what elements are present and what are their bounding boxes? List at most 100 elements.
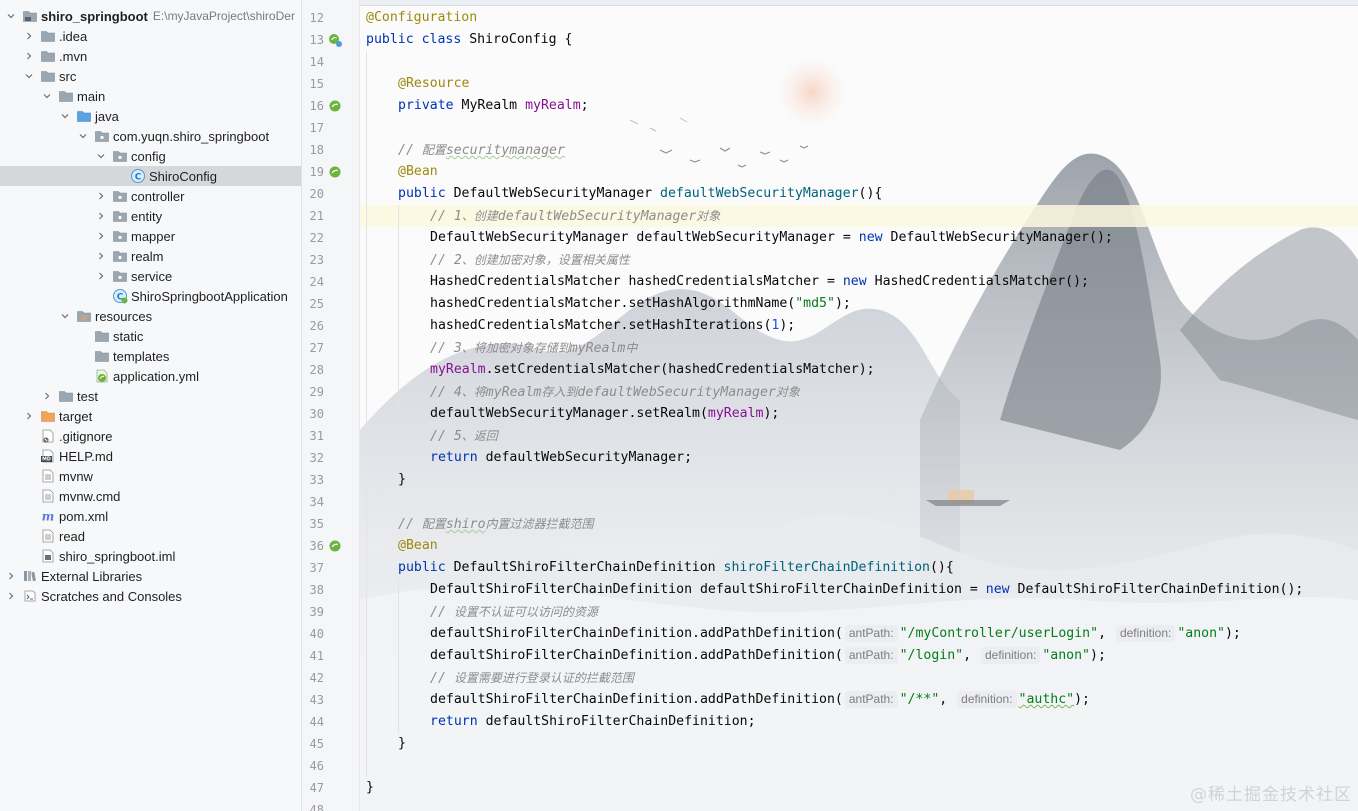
code-line[interactable]: hashedCredentialsMatcher.setHashAlgorith… [430,293,851,315]
code-line[interactable]: } [398,469,406,491]
project-path: E:\myJavaProject\shiroDer [152,9,295,23]
tree-item-shiro-springboot-iml[interactable]: shiro_springboot.iml [0,546,301,566]
code-line[interactable]: myRealm.setCredentialsMatcher(hashedCred… [430,359,875,381]
code-line[interactable]: // 设置不认证可以访问的资源 [430,601,598,623]
code-token: "anon" [1042,648,1090,663]
chevron-right-icon[interactable] [6,571,16,581]
tree-item-mapper[interactable]: mapper [0,226,301,246]
code-line[interactable]: return defaultShiroFilterChainDefinition… [430,711,756,733]
chevron-right-icon[interactable] [96,191,106,201]
package-icon [112,268,128,284]
code-line[interactable]: // 4、将myRealm存入到defaultWebSecurityManage… [430,381,800,403]
tree-item-java[interactable]: java [0,106,301,126]
chevron-right-icon[interactable] [96,251,106,261]
code-line[interactable]: defaultShiroFilterChainDefinition.addPat… [430,645,1106,667]
tree-item-gitignore[interactable]: .gitignore [0,426,301,446]
code-line[interactable]: // 配置securitymanager [398,139,565,161]
code-line[interactable]: @Bean [398,535,438,557]
tree-item-application-yml[interactable]: application.yml [0,366,301,386]
code-line[interactable]: // 设置需要进行登录认证的拦截范围 [430,667,634,689]
code-line[interactable]: HashedCredentialsMatcher hashedCredentia… [430,271,1089,293]
code-token: // 3 [430,341,462,356]
tree-item-label: config [131,148,166,164]
tree-item-templates[interactable]: templates [0,346,301,366]
code-line[interactable]: } [366,777,374,799]
chevron-right-icon[interactable] [42,391,52,401]
chevron-right-icon[interactable] [96,271,106,281]
tree-item-src[interactable]: src [0,66,301,86]
tree-item-resources[interactable]: resources [0,306,301,326]
tree-item-service[interactable]: service [0,266,301,286]
chevron-down-icon[interactable] [6,11,16,21]
chevron-right-icon[interactable] [6,591,16,601]
code-token: // [398,517,422,532]
code-line[interactable]: public class ShiroConfig { [366,29,572,51]
code-line[interactable]: // 5、返回 [430,425,498,447]
chevron-down-icon[interactable] [96,151,106,161]
chevron-down-icon[interactable] [60,111,70,121]
tree-item-realm[interactable]: realm [0,246,301,266]
chevron-right-icon[interactable] [24,31,34,41]
tree-item-controller[interactable]: controller [0,186,301,206]
code-line[interactable]: @Resource [398,73,469,95]
chevron-down-icon[interactable] [78,131,88,141]
spring-bean-gutter-icon[interactable] [327,538,343,554]
spring-bean-gutter-icon[interactable] [327,98,343,114]
chevron-down-icon[interactable] [24,71,34,81]
code-line[interactable]: @Configuration [366,7,477,29]
tree-item-shiro-springboot[interactable]: shiro_springboot E:\myJavaProject\shiroDe… [0,6,301,26]
code-token: DefaultShiroFilterChainDefinition(); [1017,582,1304,597]
tree-item-read[interactable]: read [0,526,301,546]
chevron-down-icon[interactable] [60,311,70,321]
code-token: DefaultWebSecurityManager [453,186,661,201]
tree-item-external-libraries[interactable]: External Libraries [0,566,301,586]
code-line[interactable]: private MyRealm myRealm; [398,95,589,117]
tree-item-mvnw-cmd[interactable]: mvnw.cmd [0,486,301,506]
tree-item-shiroconfig[interactable]: C ShiroConfig [0,166,301,186]
code-line[interactable]: DefaultWebSecurityManager defaultWebSecu… [430,227,1113,249]
tree-item-main[interactable]: main [0,86,301,106]
code-line[interactable]: // 1、创建defaultWebSecurityManager对象 [430,205,720,227]
code-token: } [398,736,406,751]
chevron-right-icon[interactable] [96,231,106,241]
tree-item-help-md[interactable]: MD HELP.md [0,446,301,466]
tree-item-entity[interactable]: entity [0,206,301,226]
tree-item-label: controller [131,188,185,204]
tree-item-config[interactable]: config [0,146,301,166]
code-line[interactable]: defaultWebSecurityManager.setRealm(myRea… [430,403,779,425]
tree-item-mvn[interactable]: .mvn [0,46,301,66]
tree-item-scratches-and-consoles[interactable]: Scratches and Consoles [0,586,301,606]
spring-config-gutter-icon[interactable] [327,32,343,48]
code-line[interactable]: DefaultShiroFilterChainDefinition defaul… [430,579,1303,601]
tree-item-com-yuqn-shiro-springboot[interactable]: com.yuqn.shiro_springboot [0,126,301,146]
chevron-right-icon[interactable] [24,51,34,61]
code-token: 、创建 [461,209,498,223]
tree-item-pom-xml[interactable]: m pom.xml [0,506,301,526]
code-line[interactable]: defaultShiroFilterChainDefinition.addPat… [430,623,1241,645]
chevron-down-icon[interactable] [42,91,52,101]
code-line[interactable]: defaultShiroFilterChainDefinition.addPat… [430,689,1090,711]
chevron-right-icon[interactable] [96,211,106,221]
code-line[interactable]: // 2、创建加密对象，设置相关属性 [430,249,630,271]
code-token: defaultWebSecurityManager; [485,450,693,465]
tree-item-mvnw[interactable]: mvnw [0,466,301,486]
code-line[interactable]: } [398,733,406,755]
code-editor[interactable]: @Configuration public class ShiroConfig {… [360,0,1358,811]
code-line[interactable]: public DefaultWebSecurityManager default… [398,183,882,205]
code-line[interactable]: return defaultWebSecurityManager; [430,447,692,469]
code-token: // [398,143,422,158]
tree-item-target[interactable]: target [0,406,301,426]
code-token: "anon" [1177,626,1225,641]
line-number: 39 [309,605,324,619]
code-line[interactable]: @Bean [398,161,438,183]
code-line[interactable]: // 配置shiro内置过滤器拦截范围 [398,513,594,535]
spring-bean-gutter-icon[interactable] [327,164,343,180]
code-line[interactable]: // 3、将加密对象存储到myRealm中 [430,337,637,359]
chevron-right-icon[interactable] [24,411,34,421]
tree-item-shirospringbootapplication[interactable]: C ShiroSpringbootApplication [0,286,301,306]
tree-item-static[interactable]: static [0,326,301,346]
code-line[interactable]: public DefaultShiroFilterChainDefinition… [398,557,954,579]
tree-item-test[interactable]: test [0,386,301,406]
code-line[interactable]: hashedCredentialsMatcher.setHashIteratio… [430,315,795,337]
tree-item-idea[interactable]: .idea [0,26,301,46]
